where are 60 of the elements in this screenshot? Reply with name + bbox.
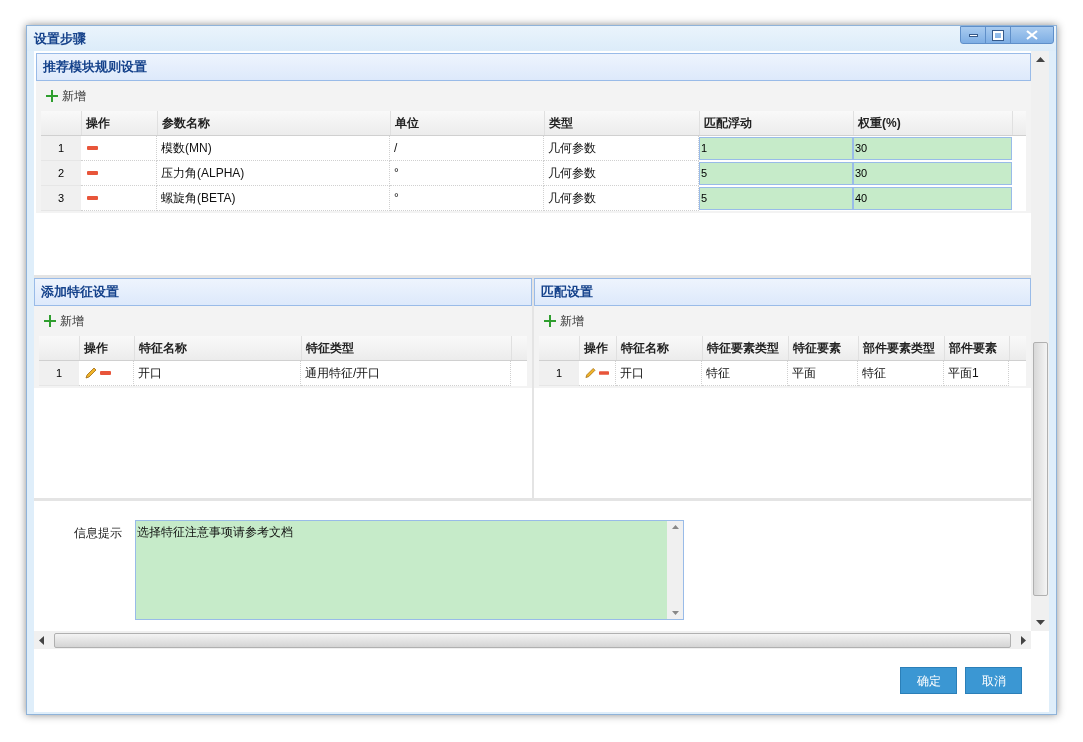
table-cell: 压力角(ALPHA) <box>157 161 390 186</box>
table-cell: 螺旋角(BETA) <box>157 186 390 211</box>
row-number: 1 <box>39 361 79 386</box>
column-header: 操作 <box>579 336 616 360</box>
field-label: 信息提示 <box>74 525 123 542</box>
textarea-text: 选择特征注意事项请参考文档 <box>136 524 294 541</box>
input-field[interactable]: 40 <box>853 187 1012 210</box>
section-header: 匹配设置 <box>534 278 1031 306</box>
table-cell: ° <box>390 186 544 211</box>
scroll-right-icon[interactable] <box>1021 635 1026 645</box>
scroll-down-icon[interactable] <box>1035 620 1045 625</box>
input-field[interactable]: 1 <box>699 137 853 160</box>
add-button[interactable]: 新增 <box>544 312 584 330</box>
table-cell: 通用特征/开口 <box>301 361 511 386</box>
row-number: 2 <box>41 161 81 186</box>
input-field[interactable]: 30 <box>853 137 1012 160</box>
pencil-icon[interactable] <box>585 367 596 379</box>
scroll-up-icon[interactable] <box>1035 57 1045 62</box>
column-header: 特征要素 <box>788 336 858 360</box>
horizontal-scrollbar[interactable] <box>34 631 1031 649</box>
input-field[interactable]: 30 <box>853 162 1012 185</box>
window-title: 设置步骤 <box>34 29 86 48</box>
column-header: 单位 <box>390 111 544 135</box>
column-header: 特征要素类型 <box>702 336 788 360</box>
column-header: 部件要素 <box>944 336 1009 360</box>
pencil-icon[interactable] <box>85 367 97 379</box>
plus-icon <box>544 315 556 327</box>
column-header: 特征类型 <box>301 336 511 360</box>
add-button[interactable]: 新增 <box>44 312 84 330</box>
plus-icon <box>44 315 56 327</box>
column-header: 操作 <box>81 111 157 135</box>
table-cell: 特征 <box>702 361 788 386</box>
minus-icon[interactable] <box>598 371 609 375</box>
column-header: 操作 <box>79 336 134 360</box>
input-field[interactable]: 5 <box>699 162 853 185</box>
table-cell: 平面1 <box>944 361 1009 386</box>
column-header: 特征名称 <box>134 336 301 360</box>
input-field[interactable]: 5 <box>699 187 853 210</box>
section-header: 推荐模块规则设置 <box>36 53 1031 81</box>
row-number: 1 <box>539 361 579 386</box>
table-cell: 模数(MN) <box>157 136 390 161</box>
table-cell: 开口 <box>134 361 301 386</box>
scroll-left-icon[interactable] <box>39 635 44 645</box>
add-button[interactable]: 新增 <box>46 87 86 105</box>
row-number: 3 <box>41 186 81 211</box>
table-cell: 特征 <box>858 361 944 386</box>
column-header: 特征名称 <box>616 336 702 360</box>
column-header: 类型 <box>544 111 699 135</box>
column-header: 匹配浮动 <box>699 111 853 135</box>
table-cell: 开口 <box>616 361 702 386</box>
table-cell: / <box>390 136 544 161</box>
column-header: 部件要素类型 <box>858 336 944 360</box>
table-cell: ° <box>390 161 544 186</box>
row-number: 1 <box>41 136 81 161</box>
column-header: 权重(%) <box>853 111 1012 135</box>
section-header: 添加特征设置 <box>34 278 532 306</box>
vertical-scrollbar[interactable] <box>1031 51 1049 631</box>
plus-icon <box>46 90 58 102</box>
table-cell: 平面 <box>788 361 858 386</box>
column-header: 参数名称 <box>157 111 390 135</box>
